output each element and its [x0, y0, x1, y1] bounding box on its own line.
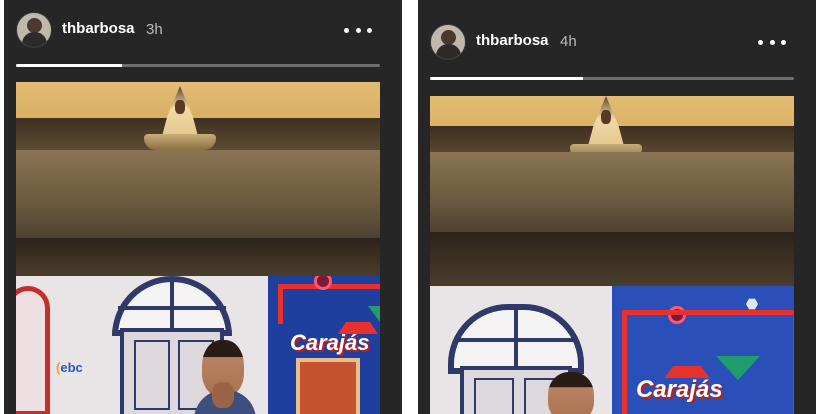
- tv-logo: (ebc: [56, 360, 83, 375]
- story-video[interactable]: (ebc Carajás: [16, 82, 380, 414]
- shelf: [430, 152, 794, 232]
- sign-door: [296, 358, 360, 414]
- person: [536, 372, 616, 414]
- more-options-icon[interactable]: [344, 26, 372, 34]
- timestamp: 3h: [146, 21, 163, 38]
- avatar-head: [441, 30, 456, 45]
- story-panel-right[interactable]: thbarbosa 4h Carajás: [418, 0, 816, 414]
- story-video[interactable]: Carajás: [430, 96, 794, 414]
- shelf: [16, 150, 380, 238]
- tv-set: Carajás: [430, 286, 794, 414]
- sign-text: Carajás: [636, 376, 723, 403]
- username[interactable]: thbarbosa: [62, 20, 135, 37]
- avatar[interactable]: [430, 24, 466, 60]
- story-progress-bar: [16, 64, 380, 67]
- story-progress-fill: [16, 64, 122, 67]
- sign-text: Carajás: [290, 330, 370, 355]
- username[interactable]: thbarbosa: [476, 32, 549, 49]
- story-panel-left[interactable]: thbarbosa 3h (ebc Carajás: [4, 0, 402, 414]
- timestamp: 4h: [560, 33, 577, 50]
- avatar-body: [22, 32, 47, 47]
- carajas-sign: Carajás: [268, 276, 380, 414]
- story-progress-bar: [430, 77, 794, 80]
- red-arch: [16, 286, 50, 414]
- carajas-sign: Carajás: [612, 286, 794, 414]
- dark-band: [16, 238, 380, 276]
- more-options-icon[interactable]: [758, 38, 786, 46]
- dark-band: [430, 232, 794, 286]
- tv-set: (ebc Carajás: [16, 276, 380, 414]
- story-header: thbarbosa 4h: [418, 12, 816, 74]
- avatar-head: [27, 18, 42, 33]
- person: [194, 340, 274, 414]
- statue: [138, 82, 222, 156]
- avatar[interactable]: [16, 12, 52, 48]
- story-progress-fill: [430, 77, 583, 80]
- story-header: thbarbosa 3h: [4, 0, 402, 62]
- hex-icon: [746, 298, 758, 310]
- avatar-body: [436, 44, 461, 59]
